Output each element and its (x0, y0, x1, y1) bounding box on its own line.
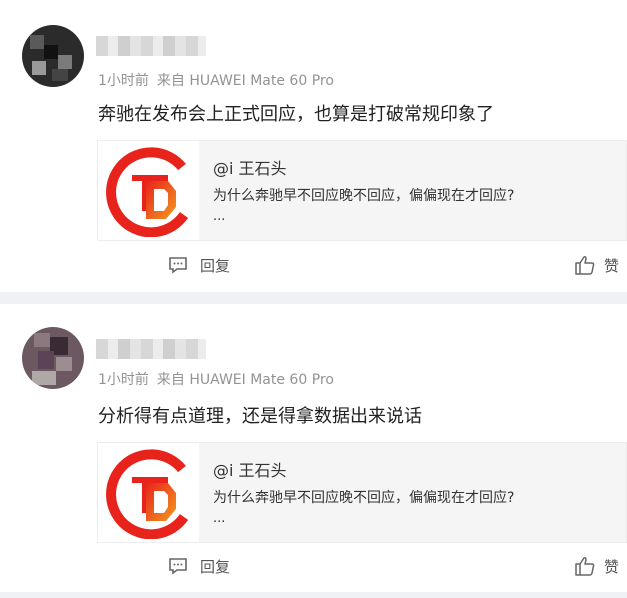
comment-item: 1小时前 来自 HUAWEI Mate 60 Pro 分析得有点道理，还是得拿数据… (0, 304, 627, 598)
username-blurred[interactable] (96, 36, 206, 56)
reply-button[interactable]: 回复 (168, 253, 230, 277)
comment-source: 来自 HUAWEI Mate 60 Pro (156, 73, 334, 89)
like-label: 赞 (604, 256, 620, 275)
reply-label: 回复 (200, 557, 231, 576)
quoted-ellipsis: ... (213, 209, 226, 224)
like-button[interactable]: 赞 (574, 554, 619, 578)
comment-source: 来自 HUAWEI Mate 60 Pro (156, 372, 334, 388)
comment-icon (169, 257, 187, 274)
quoted-post[interactable]: @i 王石头 为什么奔驰早不回应晚不回应，偏偏现在才回应? ... (97, 442, 627, 543)
reply-button[interactable]: 回复 (168, 554, 230, 578)
quoted-text: 为什么奔驰早不回应晚不回应，偏偏现在才回应? (213, 188, 515, 204)
quoted-post[interactable]: @i 王石头 为什么奔驰早不回应晚不回应，偏偏现在才回应? ... (97, 140, 627, 241)
comment-icon (169, 558, 187, 575)
avatar[interactable] (22, 25, 84, 87)
username-blurred[interactable] (96, 339, 206, 359)
avatar[interactable] (22, 327, 84, 389)
comment-text: 奔驰在发布会上正式回应，也算是打破常规印象了 (98, 104, 494, 125)
comment-meta: 1小时前 来自 HUAWEI Mate 60 Pro (98, 369, 342, 389)
comment-meta: 1小时前 来自 HUAWEI Mate 60 Pro (98, 70, 342, 90)
quoted-author[interactable]: @i 王石头 (213, 457, 287, 481)
reply-label: 回复 (200, 256, 231, 275)
quoted-ellipsis: ... (213, 511, 226, 526)
comment-actions: 回复 赞 (0, 253, 627, 277)
like-label: 赞 (604, 557, 620, 576)
comment-feed: 1小时前 来自 HUAWEI Mate 60 Pro 奔驰在发布会上正式回应，也算… (0, 0, 627, 598)
like-button[interactable]: 赞 (574, 253, 619, 277)
comment-time: 1小时前 (98, 372, 149, 388)
section-divider (0, 292, 627, 304)
thumbs-up-icon (575, 557, 595, 576)
section-divider (0, 592, 627, 598)
comment-actions: 回复 赞 (0, 554, 627, 578)
quoted-author[interactable]: @i 王石头 (213, 155, 287, 179)
comment-item: 1小时前 来自 HUAWEI Mate 60 Pro 奔驰在发布会上正式回应，也算… (0, 0, 627, 292)
quoted-text: 为什么奔驰早不回应晚不回应，偏偏现在才回应? (213, 490, 515, 506)
thumbs-up-icon (575, 256, 595, 275)
logo-icon (98, 141, 199, 240)
logo-icon (98, 443, 199, 542)
comment-text: 分析得有点道理，还是得拿数据出来说话 (98, 406, 422, 427)
comment-time: 1小时前 (98, 73, 149, 89)
